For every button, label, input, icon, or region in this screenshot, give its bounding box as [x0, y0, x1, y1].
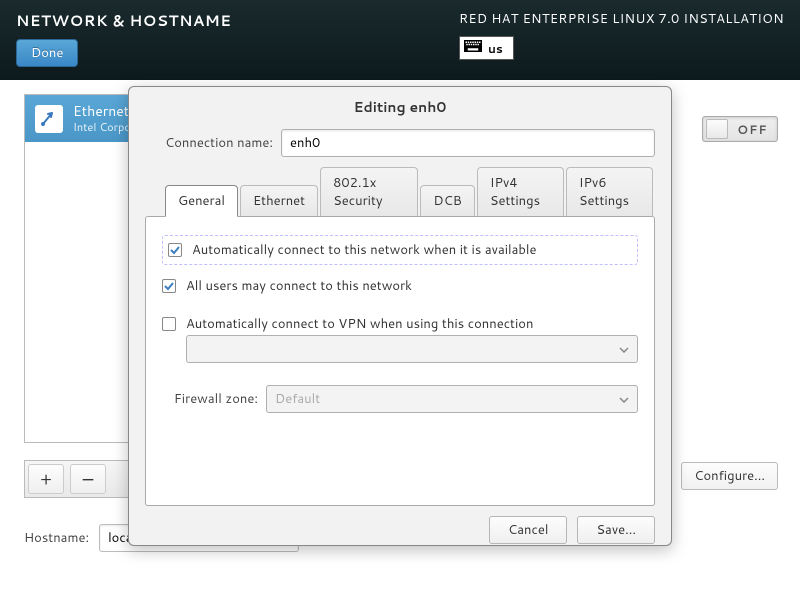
- autoconnect-label: Automatically connect to this network wh…: [192, 241, 537, 259]
- configure-button[interactable]: Configure...: [681, 462, 778, 490]
- hostname-label: Hostname:: [24, 529, 89, 547]
- all-users-row[interactable]: All users may connect to this network: [162, 277, 638, 295]
- installer-header: NETWORK & HOSTNAME Done RED HAT ENTERPRI…: [0, 0, 800, 80]
- tab-general[interactable]: General: [165, 185, 238, 217]
- tab-ipv6[interactable]: IPv6 Settings: [566, 167, 653, 216]
- keyboard-layout-label: us: [488, 40, 503, 57]
- tab-panel-general: Automatically connect to this network wh…: [145, 216, 655, 506]
- chevron-down-icon: [619, 390, 629, 408]
- dialog-title: Editing enh0: [129, 87, 671, 125]
- installer-title: RED HAT ENTERPRISE LINUX 7.0 INSTALLATIO…: [459, 10, 784, 28]
- dialog-body: Connection name: General Ethernet 802.1x…: [129, 125, 671, 506]
- connection-name-row: Connection name:: [145, 129, 655, 157]
- tab-ipv4[interactable]: IPv4 Settings: [477, 167, 564, 216]
- auto-vpn-label: Automatically connect to VPN when using …: [186, 315, 533, 333]
- keyboard-icon: [464, 39, 482, 57]
- keyboard-layout-indicator[interactable]: us: [459, 36, 514, 60]
- ethernet-icon: [35, 105, 63, 133]
- check-icon: [163, 280, 175, 292]
- autoconnect-row[interactable]: Automatically connect to this network wh…: [162, 235, 638, 265]
- all-users-label: All users may connect to this network: [186, 277, 412, 295]
- tab-dcb[interactable]: DCB: [420, 185, 474, 216]
- firewall-zone-row: Firewall zone: Default: [162, 385, 638, 413]
- tab-8021x[interactable]: 802.1x Security: [320, 167, 418, 216]
- dialog-footer: Cancel Save...: [129, 506, 671, 558]
- done-button[interactable]: Done: [16, 39, 78, 67]
- all-users-checkbox[interactable]: [162, 279, 176, 293]
- vpn-combo-row: [186, 335, 638, 363]
- toggle-state-label: OFF: [728, 121, 777, 138]
- connection-name-label: Connection name:: [145, 134, 273, 152]
- remove-nic-button[interactable]: −: [70, 464, 106, 494]
- toggle-handle: [706, 119, 728, 139]
- header-right: RED HAT ENTERPRISE LINUX 7.0 INSTALLATIO…: [459, 10, 784, 70]
- autoconnect-checkbox[interactable]: [168, 243, 182, 257]
- vpn-select: [186, 335, 638, 363]
- chevron-down-icon: [619, 340, 629, 358]
- add-nic-button[interactable]: +: [28, 464, 64, 494]
- auto-vpn-checkbox[interactable]: [162, 317, 176, 331]
- header-left: NETWORK & HOSTNAME Done: [16, 10, 231, 70]
- save-button[interactable]: Save...: [577, 516, 655, 544]
- tab-ethernet[interactable]: Ethernet: [240, 185, 318, 216]
- edit-connection-dialog: Editing enh0 Connection name: General Et…: [128, 86, 672, 546]
- connection-name-input[interactable]: [281, 129, 655, 157]
- firewall-zone-select[interactable]: Default: [266, 385, 638, 413]
- auto-vpn-row[interactable]: Automatically connect to VPN when using …: [162, 315, 638, 333]
- dialog-tabs: General Ethernet 802.1x Security DCB IPv…: [165, 167, 655, 216]
- spoke-title: NETWORK & HOSTNAME: [16, 10, 231, 31]
- firewall-zone-label: Firewall zone:: [162, 390, 258, 408]
- connection-toggle[interactable]: OFF: [702, 116, 778, 142]
- firewall-zone-value: Default: [275, 390, 320, 408]
- cancel-button[interactable]: Cancel: [489, 516, 567, 544]
- check-icon: [169, 244, 181, 256]
